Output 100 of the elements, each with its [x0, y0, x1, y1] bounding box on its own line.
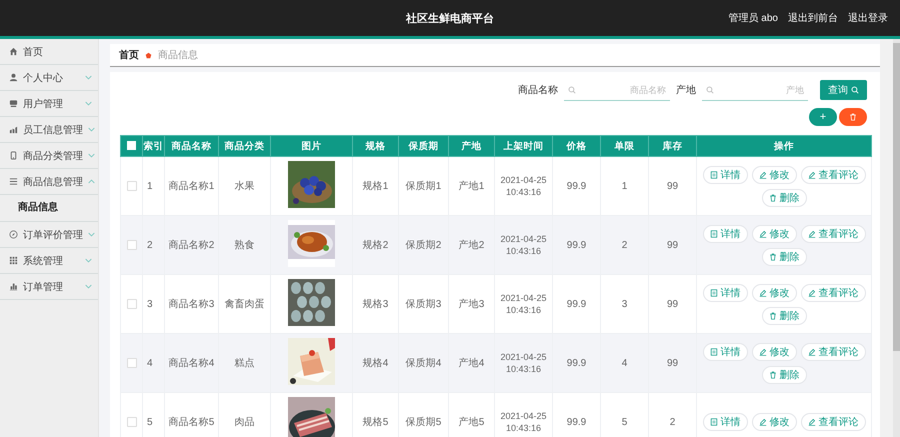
pencil-icon [808, 418, 816, 426]
search-icon [706, 86, 714, 94]
header-link[interactable]: 退出到前台 [788, 11, 838, 25]
table-cell: 99 [648, 216, 696, 274]
breadcrumb-current: 商品信息 [158, 48, 198, 62]
table-cell: 产地4 [448, 334, 494, 392]
pencil-icon [808, 348, 816, 356]
table-cell: 保质期2 [398, 216, 448, 274]
table-cell: 2 [142, 216, 164, 274]
pencil-icon [758, 348, 766, 356]
list-icon [9, 177, 18, 186]
header-link[interactable]: 退出登录 [848, 11, 888, 25]
trash-icon [768, 194, 776, 202]
column-header: 保质期 [398, 136, 448, 156]
pencil-icon [808, 230, 816, 238]
table-cell: 熟食 [218, 216, 270, 274]
home-icon [9, 47, 18, 56]
column-header: 规格 [352, 136, 398, 156]
action-button[interactable]: 修改 [752, 166, 796, 184]
field-label: 商品名称 [518, 84, 558, 97]
table-cell: 保质期4 [398, 334, 448, 392]
column-header: 图片 [270, 136, 352, 156]
table-cell: 规格2 [352, 216, 398, 274]
column-header: 库存 [648, 136, 696, 156]
select-all-checkbox[interactable] [127, 141, 136, 150]
field-label: 产地 [676, 84, 696, 97]
table-cell: 规格4 [352, 334, 398, 392]
action-button[interactable]: 删除 [762, 188, 806, 206]
search-field[interactable]: 产地 [702, 80, 808, 100]
column-header: 操作 [696, 136, 872, 156]
delete-button[interactable] [839, 108, 867, 126]
search-field[interactable]: 商品名称 [564, 80, 670, 100]
action-button[interactable]: 查看评论 [800, 413, 866, 431]
action-button[interactable]: 删除 [762, 366, 806, 384]
separator-icon [145, 52, 152, 58]
document-icon [710, 418, 718, 426]
pencil-icon [758, 288, 766, 296]
action-button[interactable]: 详情 [702, 284, 748, 302]
table-cell: 商品名称4 [164, 334, 218, 392]
search-button[interactable]: 查询 [820, 80, 867, 100]
column-header: 价格 [552, 136, 600, 156]
table-cell: 99 [648, 334, 696, 392]
action-button[interactable]: 详情 [702, 166, 748, 184]
trash-icon [768, 370, 776, 378]
phone-icon [9, 151, 18, 160]
pencil-icon [808, 288, 816, 296]
table-cell: 2 [600, 216, 648, 274]
pencil-icon [808, 170, 816, 178]
column-header: 产地 [448, 136, 494, 156]
column-header: 商品分类 [218, 136, 270, 156]
document-icon [710, 288, 718, 296]
search-icon [568, 86, 576, 94]
table-cell: 产地2 [448, 216, 494, 274]
action-button[interactable]: 删除 [762, 306, 806, 324]
table-cell: 糕点 [218, 334, 270, 392]
action-button[interactable]: 修改 [752, 413, 796, 431]
bar-chart-icon [9, 282, 18, 291]
document-icon [710, 170, 718, 178]
action-button[interactable]: 修改 [752, 342, 796, 360]
action-button[interactable]: 查看评论 [800, 224, 866, 242]
action-button[interactable]: 修改 [752, 224, 796, 242]
table-cell: 99.9 [552, 216, 600, 274]
pencil-icon [758, 418, 766, 426]
row-checkbox[interactable] [126, 180, 136, 191]
chart-icon [9, 125, 18, 134]
action-button[interactable]: 详情 [702, 342, 748, 360]
table-cell: 商品名称2 [164, 216, 218, 274]
search-icon [851, 86, 859, 94]
app-title: 社区生鲜电商平台 [406, 12, 494, 26]
column-header: 上架时间 [494, 136, 552, 156]
table-cell: 4 [600, 334, 648, 392]
table-cell: 2021-04-25 10:43:16 [494, 334, 552, 392]
action-button[interactable]: 查看评论 [800, 166, 866, 184]
action-button[interactable]: 详情 [702, 224, 748, 242]
row-checkbox[interactable] [126, 298, 136, 309]
column-header: 商品名称 [164, 136, 218, 156]
breadcrumb-link[interactable]: 首页 [119, 48, 139, 62]
grid-icon [9, 256, 18, 265]
action-button[interactable]: 修改 [752, 284, 796, 302]
document-icon [710, 348, 718, 356]
action-button[interactable]: 删除 [762, 248, 806, 266]
action-button[interactable]: 详情 [702, 413, 748, 431]
column-header: 单限 [600, 136, 648, 156]
pencil-icon [758, 170, 766, 178]
action-button[interactable]: 查看评论 [800, 342, 866, 360]
trash-icon [849, 113, 857, 121]
action-button[interactable]: 查看评论 [800, 284, 866, 302]
table-cell: 4 [142, 334, 164, 392]
trash-icon [768, 252, 776, 260]
header-link[interactable]: 管理员 abo [728, 11, 778, 25]
pencil-icon [758, 230, 766, 238]
row-checkbox[interactable] [126, 358, 136, 368]
monitor-icon [9, 99, 18, 108]
row-checkbox[interactable] [126, 240, 136, 250]
trash-icon [768, 312, 776, 320]
row-checkbox[interactable] [126, 416, 136, 427]
document-icon [710, 230, 718, 238]
column-header: 索引 [142, 136, 164, 156]
person-icon [9, 73, 18, 82]
add-button[interactable]: + [809, 108, 837, 126]
